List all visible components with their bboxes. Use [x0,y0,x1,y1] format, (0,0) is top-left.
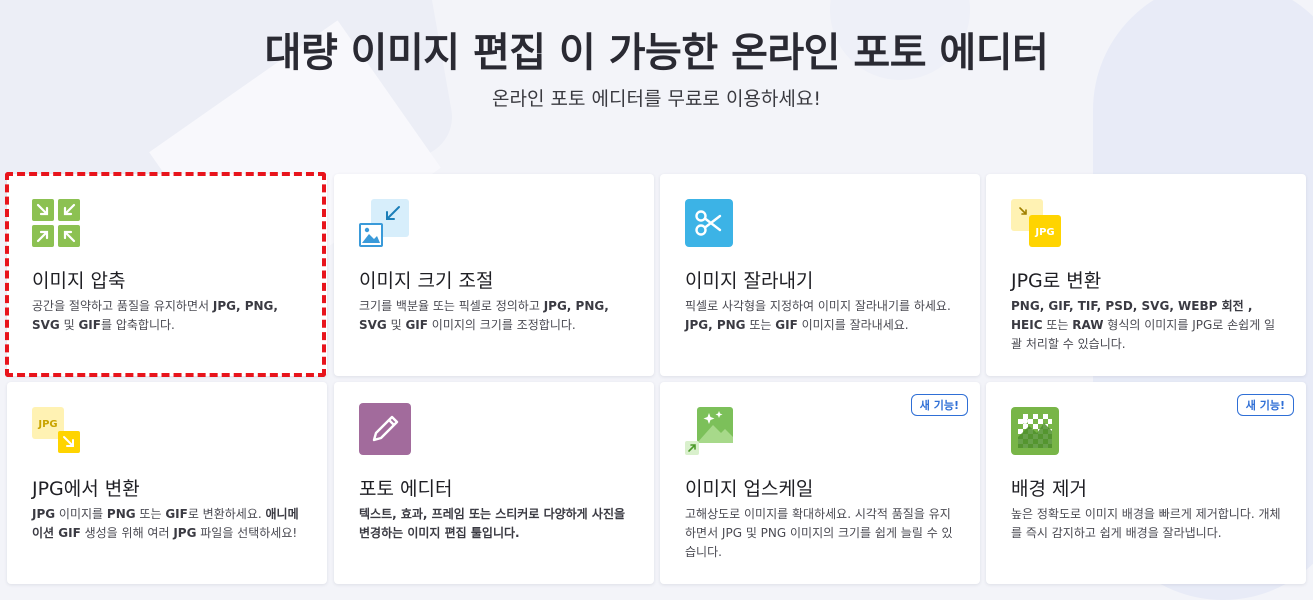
description-segment: 생성을 위해 여러 [80,526,174,540]
tool-card-photo-editor[interactable]: 포토 에디터 텍스트, 효과, 프레임 또는 스티커로 다양하게 사진을 변경하… [334,382,654,584]
description-segment: 이미지를 잘라내세요. [797,318,909,332]
card-description: JPG 이미지를 PNG 또는 GIF로 변환하세요. 애니메이션 GIF 생성… [32,505,305,543]
description-segment: 이미지의 크기를 조정합니다. [427,318,576,332]
description-segment: 이미지를 [55,507,107,521]
svg-text:JPG: JPG [37,419,57,430]
description-segment: GIF [165,507,188,521]
description-segment: RAW [1072,318,1104,332]
tool-card-convert-to-jpg[interactable]: JPG JPG로 변환 PNG, GIF, TIF, PSD, SVG, WEB… [986,174,1306,376]
card-description: 공간을 절약하고 품질을 유지하면서 JPG, PNG, SVG 및 GIF를 … [32,297,305,335]
description-segment: 높은 정확도로 이미지 배경을 빠르게 제거합니다. 개체를 즉시 감지하고 쉽… [1011,507,1281,540]
description-segment: 또는 [1042,318,1073,332]
convert-to-jpg-icon: JPG [1011,199,1063,251]
description-segment: 또는 [745,318,776,332]
description-segment: 로 변환하세요. [187,507,266,521]
description-segment: PNG [106,507,136,521]
card-description: 고해상도로 이미지를 확대하세요. 시각적 품질을 유지하면서 JPG 및 PN… [685,505,958,562]
description-segment: 또는 [135,507,166,521]
description-segment: 공간을 절약하고 품질을 유지하면서 [32,299,213,313]
card-description: 픽셀로 사각형을 지정하여 이미지 잘라내기를 하세요. JPG, PNG 또는… [685,297,958,335]
card-description: 크기를 백분율 또는 픽셀로 정의하고 JPG, PNG, SVG 및 GIF … [359,297,632,335]
card-title: JPG에서 변환 [32,478,140,500]
card-title: 배경 제거 [1011,478,1087,500]
card-description: 텍스트, 효과, 프레임 또는 스티커로 다양하게 사진을 변경하는 이미지 편… [359,505,632,543]
resize-icon [359,199,411,251]
new-feature-badge: 새 기능! [1236,394,1294,416]
description-segment: GIF [78,318,101,332]
description-segment: 및 [386,318,406,332]
page-title: 대량 이미지 편집 이 가능한 온라인 포토 에디터 [264,30,1049,76]
description-segment: GIF [775,318,798,332]
page-subtitle: 온라인 포토 에디터를 무료로 이용하세요! [492,88,821,110]
card-title: 이미지 크기 조절 [359,270,494,292]
tool-card-crop[interactable]: 이미지 잘라내기 픽셀로 사각형을 지정하여 이미지 잘라내기를 하세요. JP… [660,174,980,376]
description-segment: 크기를 백분율 또는 픽셀로 정의하고 [359,299,544,313]
convert-from-jpg-icon: JPG [32,407,84,459]
scissors-icon [685,199,737,251]
card-title: 이미지 잘라내기 [685,270,814,292]
card-title: 이미지 업스케일 [685,478,814,500]
card-title: JPG로 변환 [1011,270,1102,292]
tool-card-upscale[interactable]: 새 기능! 이미지 업스케일 고해상도로 이미지를 확대하세요. 시각적 품질을… [660,382,980,584]
description-segment: 고해상도로 이미지를 확대하세요. 시각적 품질을 유지하면서 JPG 및 PN… [685,507,953,559]
description-segment: 텍스트, 효과, 프레임 또는 스티커로 다양하게 사진을 변경하는 이미지 편… [359,507,626,540]
tool-card-remove-background[interactable]: 새 기능! 배경 제거 높은 정확도로 이미지 배경을 빠르게 제거합니다. 개… [986,382,1306,584]
description-segment: 파일을 선택하세요! [196,526,298,540]
compress-icon [32,199,84,251]
new-feature-badge: 새 기능! [910,394,968,416]
card-title: 이미지 압축 [32,270,126,292]
description-segment: JPG, PNG [685,318,746,332]
card-title: 포토 에디터 [359,478,453,500]
tool-card-compress[interactable]: 이미지 압축 공간을 절약하고 품질을 유지하면서 JPG, PNG, SVG … [7,174,327,376]
page-header: 대량 이미지 편집 이 가능한 온라인 포토 에디터 온라인 포토 에디터를 무… [0,24,1313,111]
description-segment: GIF [405,318,428,332]
description-segment: JPG [32,507,56,521]
pencil-icon [359,403,411,455]
upscale-icon [685,407,737,459]
card-description: PNG, GIF, TIF, PSD, SVG, WEBP 회전 , HEIC … [1011,297,1284,354]
tool-card-resize[interactable]: 이미지 크기 조절 크기를 백분율 또는 픽셀로 정의하고 JPG, PNG, … [334,174,654,376]
tool-card-convert-from-jpg[interactable]: JPG JPG에서 변환 JPG 이미지를 PNG 또는 GIF로 변환하세요.… [7,382,327,584]
svg-text:JPG: JPG [1034,227,1054,238]
remove-background-icon [1011,407,1063,459]
description-segment: JPG [173,526,197,540]
description-segment: 를 압축합니다. [100,318,175,332]
card-description: 높은 정확도로 이미지 배경을 빠르게 제거합니다. 개체를 즉시 감지하고 쉽… [1011,505,1284,543]
description-segment: 및 [59,318,79,332]
description-segment: 픽셀로 사각형을 지정하여 이미지 잘라내기를 하세요. [685,299,951,313]
